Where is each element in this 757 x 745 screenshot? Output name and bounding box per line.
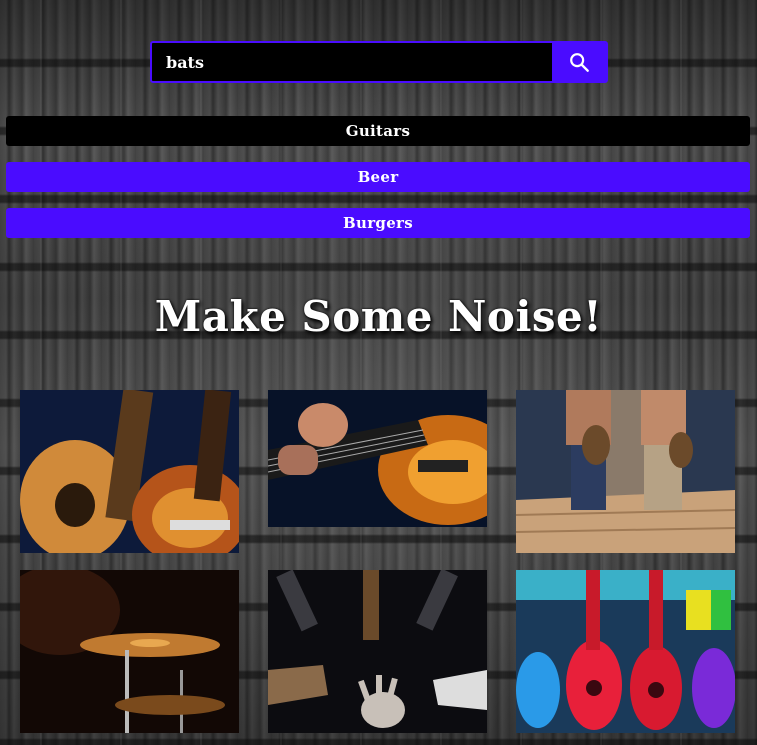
gallery-image-drums[interactable]	[20, 570, 239, 733]
page-headline: Make Some Noise!	[154, 292, 603, 341]
search-button[interactable]	[552, 43, 606, 81]
search-input[interactable]	[152, 43, 552, 81]
category-burgers[interactable]: Burgers	[6, 208, 750, 238]
gallery-image-guitar-neck[interactable]	[268, 390, 487, 527]
gallery-image-guitars[interactable]	[20, 390, 239, 553]
category-beer[interactable]: Beer	[6, 162, 750, 192]
category-guitars[interactable]: Guitars	[6, 116, 750, 146]
gallery-image-walking-guitarists[interactable]	[516, 390, 735, 553]
search-bar	[150, 41, 608, 83]
search-icon	[570, 53, 589, 72]
gallery-image-ukuleles[interactable]	[516, 570, 735, 733]
gallery-image-guitars-hand[interactable]	[268, 570, 487, 733]
